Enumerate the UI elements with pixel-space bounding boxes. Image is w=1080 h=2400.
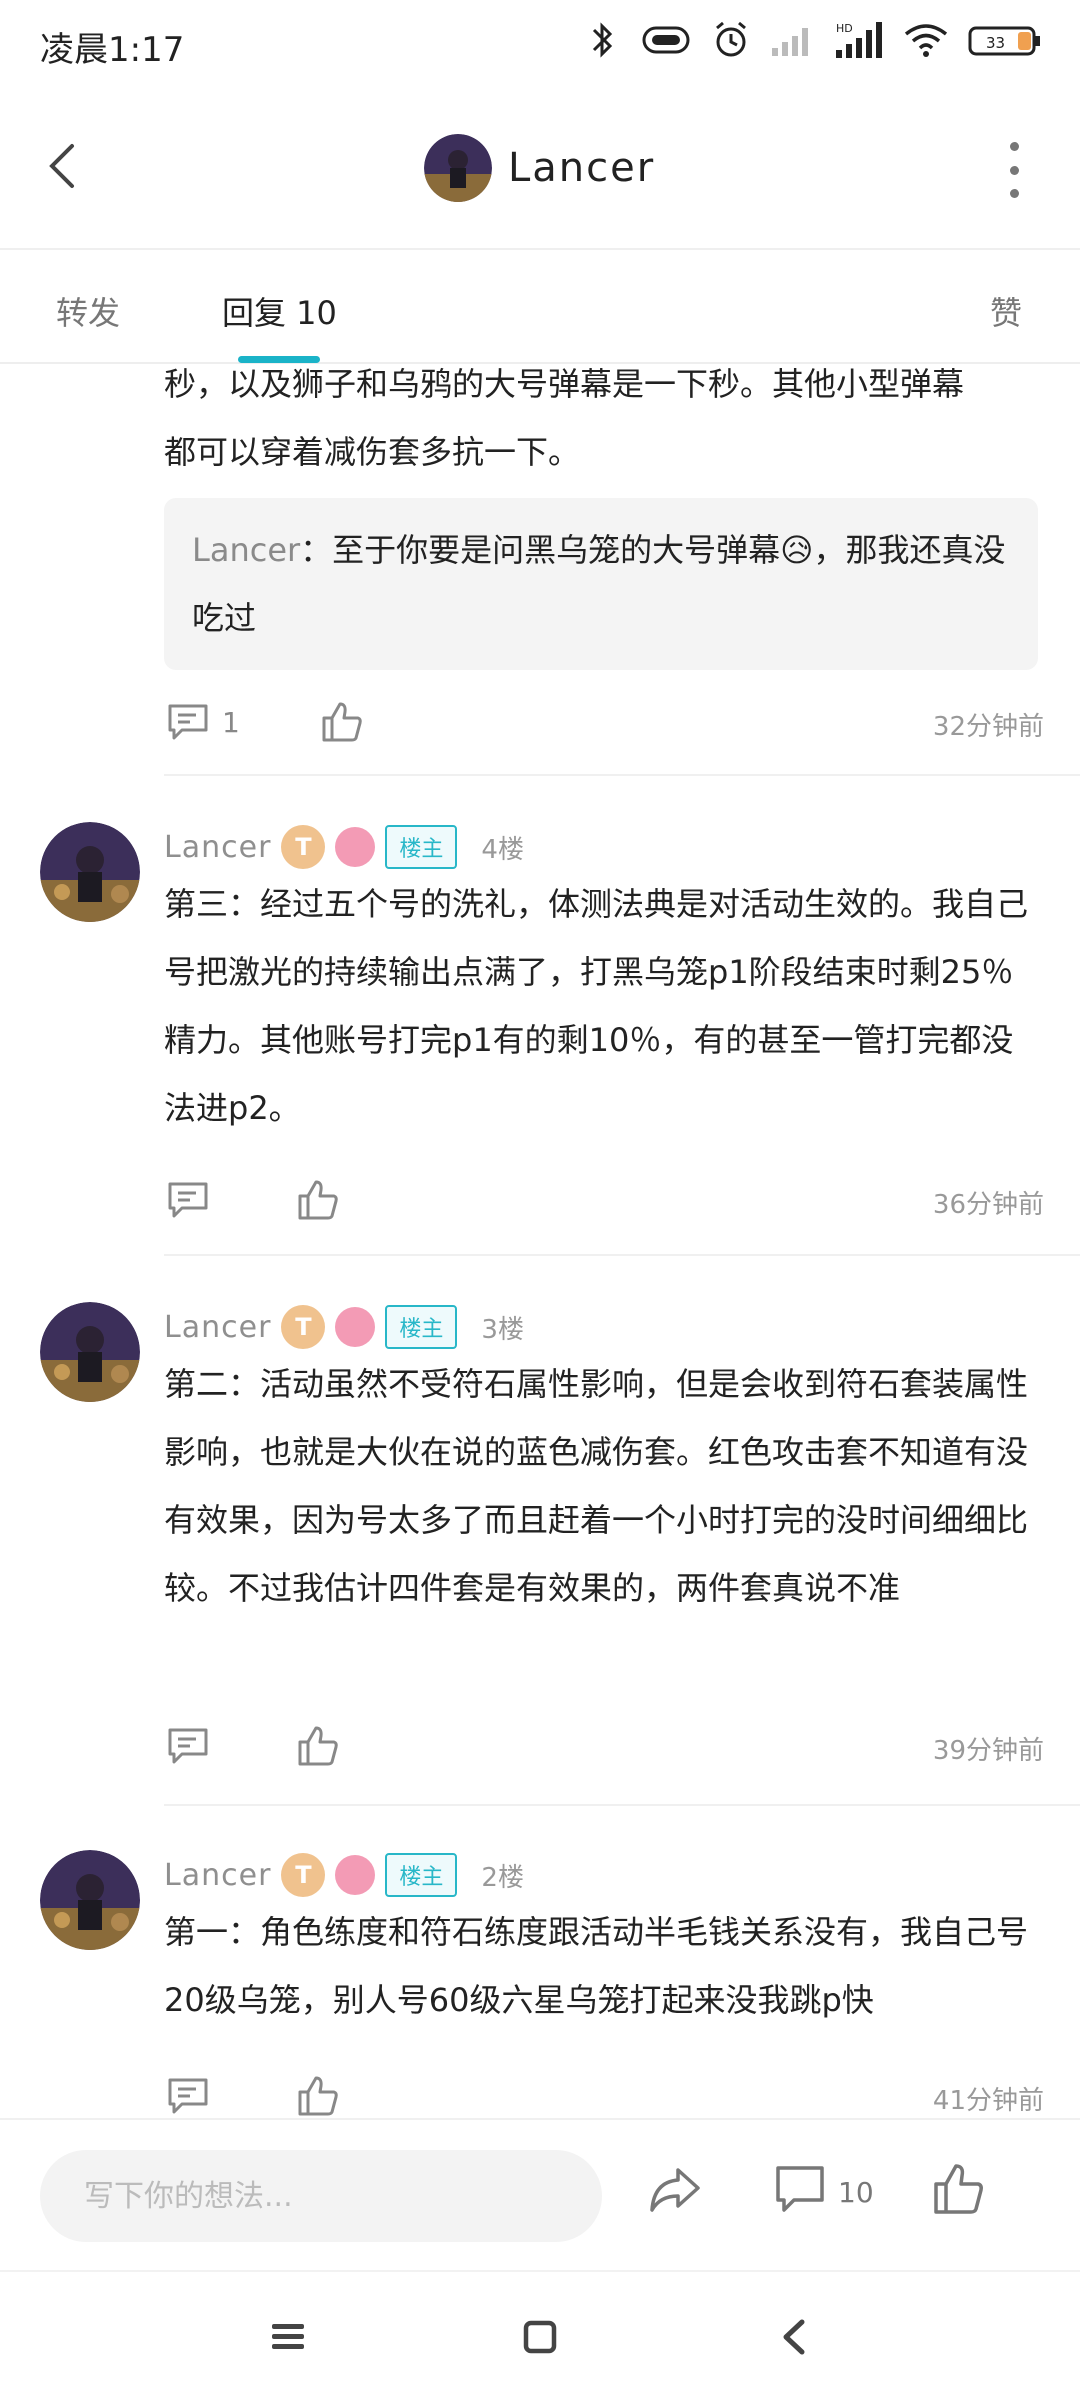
floor-number: 2楼 [481,1862,524,1893]
header: Lancer [0,90,1080,250]
avatar[interactable] [40,1850,140,1950]
comment-icon[interactable] [166,1724,210,1768]
username[interactable]: Lancer [164,1858,271,1893]
reply-count: 1 [222,706,240,739]
level-badge: T [281,825,326,869]
floor-number: 4楼 [481,834,524,865]
comment-count: 10 [838,2176,874,2209]
comment-actions: 36分钟前 [164,1172,1044,1232]
bluetooth-icon [592,22,613,58]
signal-weak-icon [772,28,808,56]
signal-hd-icon: HD [836,22,882,58]
menu-icon[interactable] [268,2314,308,2360]
avatar[interactable] [424,134,492,202]
host-badge: 楼主 [385,825,458,869]
sub-reply-author[interactable]: Lancer [192,531,300,569]
alarm-icon [716,21,746,57]
sub-reply-text: ：至于你要是问黑乌笼的大号弹幕😥，那我还真没吃过 [192,531,1006,637]
comment-meta: Lancer T 楼主 3楼 [164,1302,524,1352]
tab-replies[interactable]: 回复 10 [222,288,337,334]
page-title: Lancer [508,145,656,191]
host-badge: 楼主 [385,1853,458,1897]
host-badge: 楼主 [385,1305,458,1349]
comment-text: 第二：活动虽然不受符石属性影响，但是会收到符石套装属性影响，也就是大伙在说的蓝色… [164,1365,1029,1607]
comment-meta: Lancer T 楼主 2楼 [164,1850,524,1900]
comment-text: 第三：经过五个号的洗礼，体测法典是对活动生效的。我自己号把激光的持续输出点满了，… [164,885,1029,1127]
comment-list[interactable]: 秒，以及狮子和乌鸦的大号弹幕是一下秒。其他小型弹幕 都可以穿着减伤套多抗一下。 … [0,364,1080,2118]
battery-icon: 33 [968,26,1040,56]
thread-author[interactable]: Lancer [424,134,655,202]
system-nav-bar [0,2270,1080,2400]
chevron-left-icon [49,144,74,188]
comment-time: 36分钟前 [932,1190,1044,1220]
comment-icon[interactable] [774,2160,826,2218]
comment-meta: Lancer T 楼主 4楼 [164,822,524,872]
battery-level-text: 33 [986,34,1005,52]
tab-repost[interactable]: 转发 [56,288,120,334]
thumbs-up-icon[interactable] [296,1178,340,1222]
comment-actions: 1 32分钟前 [164,694,1044,754]
divider [164,1254,1080,1256]
divider [164,1804,1080,1806]
avatar[interactable] [40,1302,140,1402]
thumbs-up-icon[interactable] [296,1724,340,1768]
rabbit-badge-icon [335,827,376,867]
wifi-icon [904,24,948,57]
status-time: 凌晨1:17 [40,30,185,70]
username[interactable]: Lancer [164,1310,271,1345]
status-bar: 凌晨1:17 HD 33 [0,0,1080,90]
username[interactable]: Lancer [164,830,271,865]
back-button[interactable] [36,136,96,196]
comment-time: 32分钟前 [932,712,1044,742]
reply-input[interactable] [40,2150,602,2242]
tab-bar: 转发 回复 10 赞 [0,250,1080,364]
rabbit-badge-icon [335,1855,376,1895]
home-icon[interactable] [518,2314,562,2360]
svg-text:HD: HD [836,22,853,35]
comment-actions: 41分钟前 [164,2068,1044,2118]
thumbs-up-icon[interactable] [932,2160,986,2218]
divider [164,774,1080,776]
back-nav-icon[interactable] [774,2314,814,2360]
more-options-button[interactable] [1002,142,1026,198]
comment-text: 都可以穿着减伤套多抗一下。 [164,433,581,471]
floor-number: 3楼 [481,1314,524,1345]
more-dot-icon [1009,165,1019,175]
more-dot-icon [1009,189,1019,198]
level-badge: T [281,1853,326,1897]
tab-likes[interactable]: 赞 [990,288,1022,334]
rabbit-badge-icon [335,1307,376,1347]
more-dot-icon [1009,142,1019,151]
vibrate-icon [642,26,690,54]
avatar[interactable] [40,822,140,922]
reply-input-container[interactable] [40,2150,602,2242]
level-badge: T [281,1305,326,1349]
thumbs-up-icon[interactable] [320,700,364,744]
thumbs-up-icon[interactable] [296,2074,340,2118]
comment-text: 第一：角色练度和符石练度跟活动半毛钱关系没有，我自己号20级乌笼，别人号60级六… [164,1913,1029,2019]
reply-bar: 10 [0,2118,1080,2270]
active-tab-indicator [238,356,320,363]
comment-actions: 39分钟前 [164,1718,1044,1778]
comment-time: 39分钟前 [932,1736,1044,1766]
sub-reply-box[interactable]: Lancer：至于你要是问黑乌笼的大号弹幕😥，那我还真没吃过 [164,498,1038,670]
comment-text: 秒，以及狮子和乌鸦的大号弹幕是一下秒。其他小型弹幕 [164,365,965,403]
share-icon[interactable] [646,2160,704,2218]
comment-time: 41分钟前 [932,2086,1044,2116]
comment-icon[interactable] [166,700,210,744]
comment-icon[interactable] [166,1178,210,1222]
status-icons: HD 33 [586,20,1042,60]
comment-icon[interactable] [166,2074,210,2118]
